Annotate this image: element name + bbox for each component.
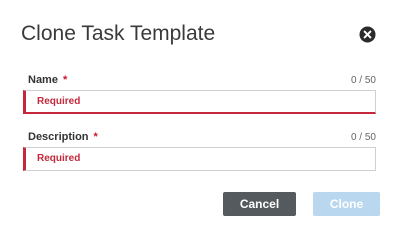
required-marker: * bbox=[93, 131, 98, 143]
description-input[interactable]: Required bbox=[23, 147, 376, 171]
name-label-text: Name bbox=[28, 74, 58, 86]
clone-button[interactable]: Clone bbox=[313, 192, 380, 216]
name-char-counter: 0 / 50 bbox=[350, 75, 376, 86]
clone-task-template-dialog: Clone Task Template Name * 0 / 50 Require… bbox=[0, 0, 400, 242]
required-marker: * bbox=[62, 74, 68, 86]
description-field-label: Description * bbox=[28, 131, 98, 143]
description-char-counter: 0 / 50 bbox=[350, 132, 376, 143]
name-error-message: Required bbox=[37, 96, 81, 107]
description-error-message: Required bbox=[37, 153, 81, 164]
close-circle-icon bbox=[359, 26, 376, 43]
name-field-label: Name * bbox=[28, 74, 67, 86]
cancel-button[interactable]: Cancel bbox=[223, 192, 296, 216]
dialog-title: Clone Task Template bbox=[21, 22, 216, 45]
name-input[interactable]: Required bbox=[23, 90, 376, 114]
close-button[interactable] bbox=[359, 26, 376, 43]
description-label-text: Description bbox=[28, 131, 89, 143]
